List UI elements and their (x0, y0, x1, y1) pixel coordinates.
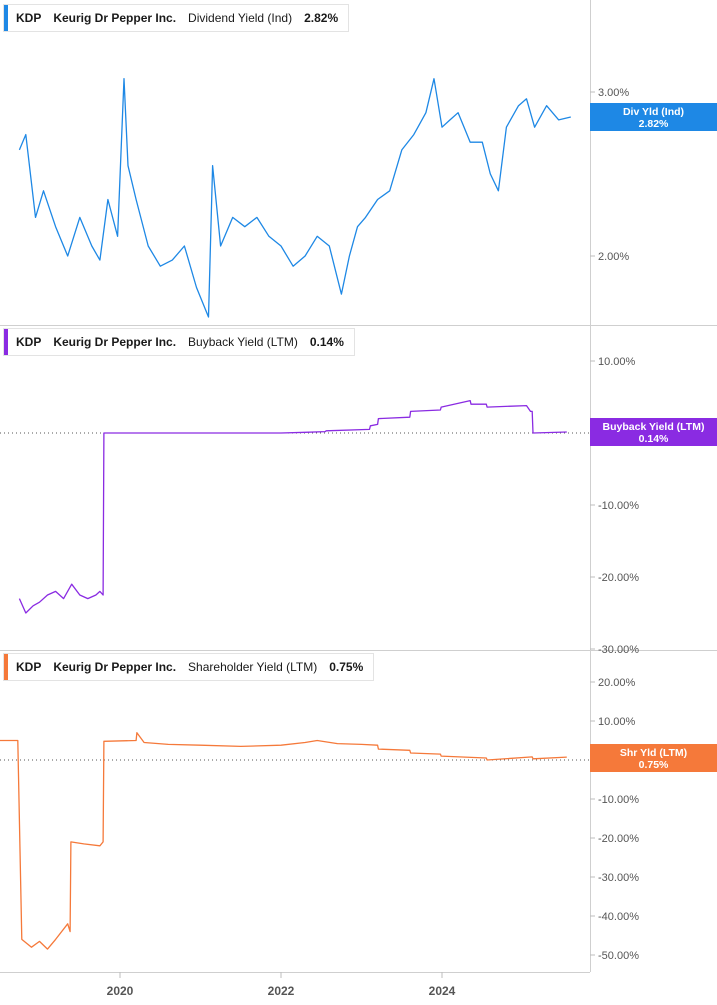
legend-metric: Shareholder Yield (LTM) (188, 660, 318, 674)
legend-swatch (4, 5, 8, 31)
x-tick-label: 2020 (107, 984, 134, 998)
legend-value: 2.82% (304, 11, 339, 25)
legend-dividend-yield: KDP Keurig Dr Pepper Inc. Dividend Yield… (3, 4, 350, 32)
y-tick-label: 3.00% (598, 87, 629, 99)
legend-swatch (4, 654, 8, 680)
y-tick-label: -30.00% (598, 872, 639, 884)
y-tick-label: 2.00% (598, 251, 629, 263)
y-tick-label: 10.00% (598, 356, 636, 368)
y-tick-label: 10.00% (598, 716, 636, 728)
legend-company: Keurig Dr Pepper Inc. (53, 660, 177, 674)
tag-label: Shr Yld (LTM) (619, 747, 688, 759)
legend-metric: Dividend Yield (Ind) (188, 11, 293, 25)
legend-value: 0.75% (329, 660, 364, 674)
chart-stage: 2.00%3.00%10.00%0.00%-10.00%-20.00%-30.0… (0, 0, 717, 1005)
legend-metric: Buyback Yield (LTM) (188, 335, 298, 349)
tag-buyback-yield: Buyback Yield (LTM) 0.14% (590, 418, 717, 446)
x-tick-label: 2022 (268, 984, 295, 998)
y-tick-label: -10.00% (598, 794, 639, 806)
series-line (18, 399, 567, 614)
legend-ticker: KDP (16, 660, 42, 674)
y-tick-label: 20.00% (598, 677, 636, 689)
tag-shareholder-yield: Shr Yld (LTM) 0.75% (590, 744, 717, 772)
series-line (18, 78, 571, 318)
legend-company: Keurig Dr Pepper Inc. (53, 335, 177, 349)
tag-label: Div Yld (Ind) (622, 106, 685, 118)
legend-value: 0.14% (309, 335, 344, 349)
legend-company: Keurig Dr Pepper Inc. (53, 11, 177, 25)
y-tick-label: -40.00% (598, 911, 639, 923)
tag-dividend-yield: Div Yld (Ind) 2.82% (590, 103, 717, 131)
y-tick-label: -20.00% (598, 833, 639, 845)
y-tick-label: -20.00% (598, 572, 639, 584)
x-tick-label: 2024 (429, 984, 456, 998)
legend-buyback-yield: KDP Keurig Dr Pepper Inc. Buyback Yield … (3, 328, 355, 356)
legend-ticker: KDP (16, 11, 42, 25)
y-tick-label: -50.00% (598, 950, 639, 962)
tag-value: 2.82% (638, 118, 669, 130)
y-tick-label: -10.00% (598, 500, 639, 512)
legend-swatch (4, 329, 8, 355)
tag-value: 0.14% (638, 433, 669, 445)
chart-canvas: 2.00%3.00%10.00%0.00%-10.00%-20.00%-30.0… (0, 0, 717, 998)
legend-shareholder-yield: KDP Keurig Dr Pepper Inc. Shareholder Yi… (3, 653, 375, 681)
tag-label: Buyback Yield (LTM) (602, 421, 705, 433)
tag-value: 0.75% (638, 759, 669, 771)
legend-ticker: KDP (16, 335, 42, 349)
y-tick-label: -30.00% (598, 644, 639, 656)
series-line (0, 732, 567, 950)
